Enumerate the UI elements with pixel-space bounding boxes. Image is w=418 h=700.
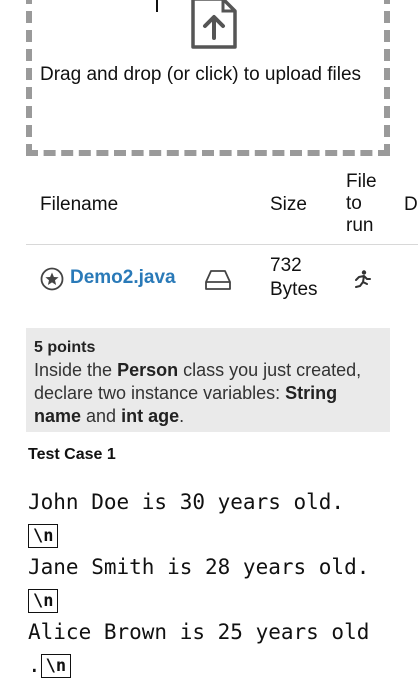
file-table-header: Filename Size File to run D [26,168,418,245]
file-size: 732 Bytes [270,255,318,300]
text-cursor [156,0,158,12]
newline-badge: \n [28,588,59,613]
column-header-file-to-run[interactable]: File to run [346,171,386,237]
test-case-title: Test Case 1 [28,446,116,463]
star-circle-icon[interactable] [40,267,64,291]
column-header-filename[interactable]: Filename [40,194,118,216]
class-name: Person [117,360,179,380]
output-line: John Doe is 30 years old. [28,490,345,514]
variable-age: int age [121,406,180,426]
output-line-tail: . [28,652,41,677]
instruction-text: Inside the [34,360,118,380]
upload-instruction: Drag and drop (or click) to upload files [40,64,362,85]
drive-icon[interactable] [204,268,232,292]
test-case-output: John Doe is 30 years old. \n Jane Smith … [28,486,408,681]
column-header-size[interactable]: Size [270,194,307,216]
instruction-text: . [179,406,185,426]
column-header-d[interactable]: D [404,194,418,216]
instruction-box: 5 points Inside the Person class you jus… [26,328,390,432]
upload-dropzone[interactable]: Drag and drop (or click) to upload files [26,0,390,156]
output-line: Alice Brown is 25 years old [28,620,370,644]
output-line: Jane Smith is 28 years old. [28,555,370,579]
table-row: Demo2.java 732 Bytes [26,245,418,317]
newline-badge: \n [28,523,59,548]
running-person-icon[interactable] [350,269,372,291]
points-label: 5 points [34,339,96,356]
file-upload-icon [191,0,237,49]
filename-link[interactable]: Demo2.java [70,267,176,289]
instruction-text: and [81,406,122,426]
newline-badge: \n [40,653,72,678]
